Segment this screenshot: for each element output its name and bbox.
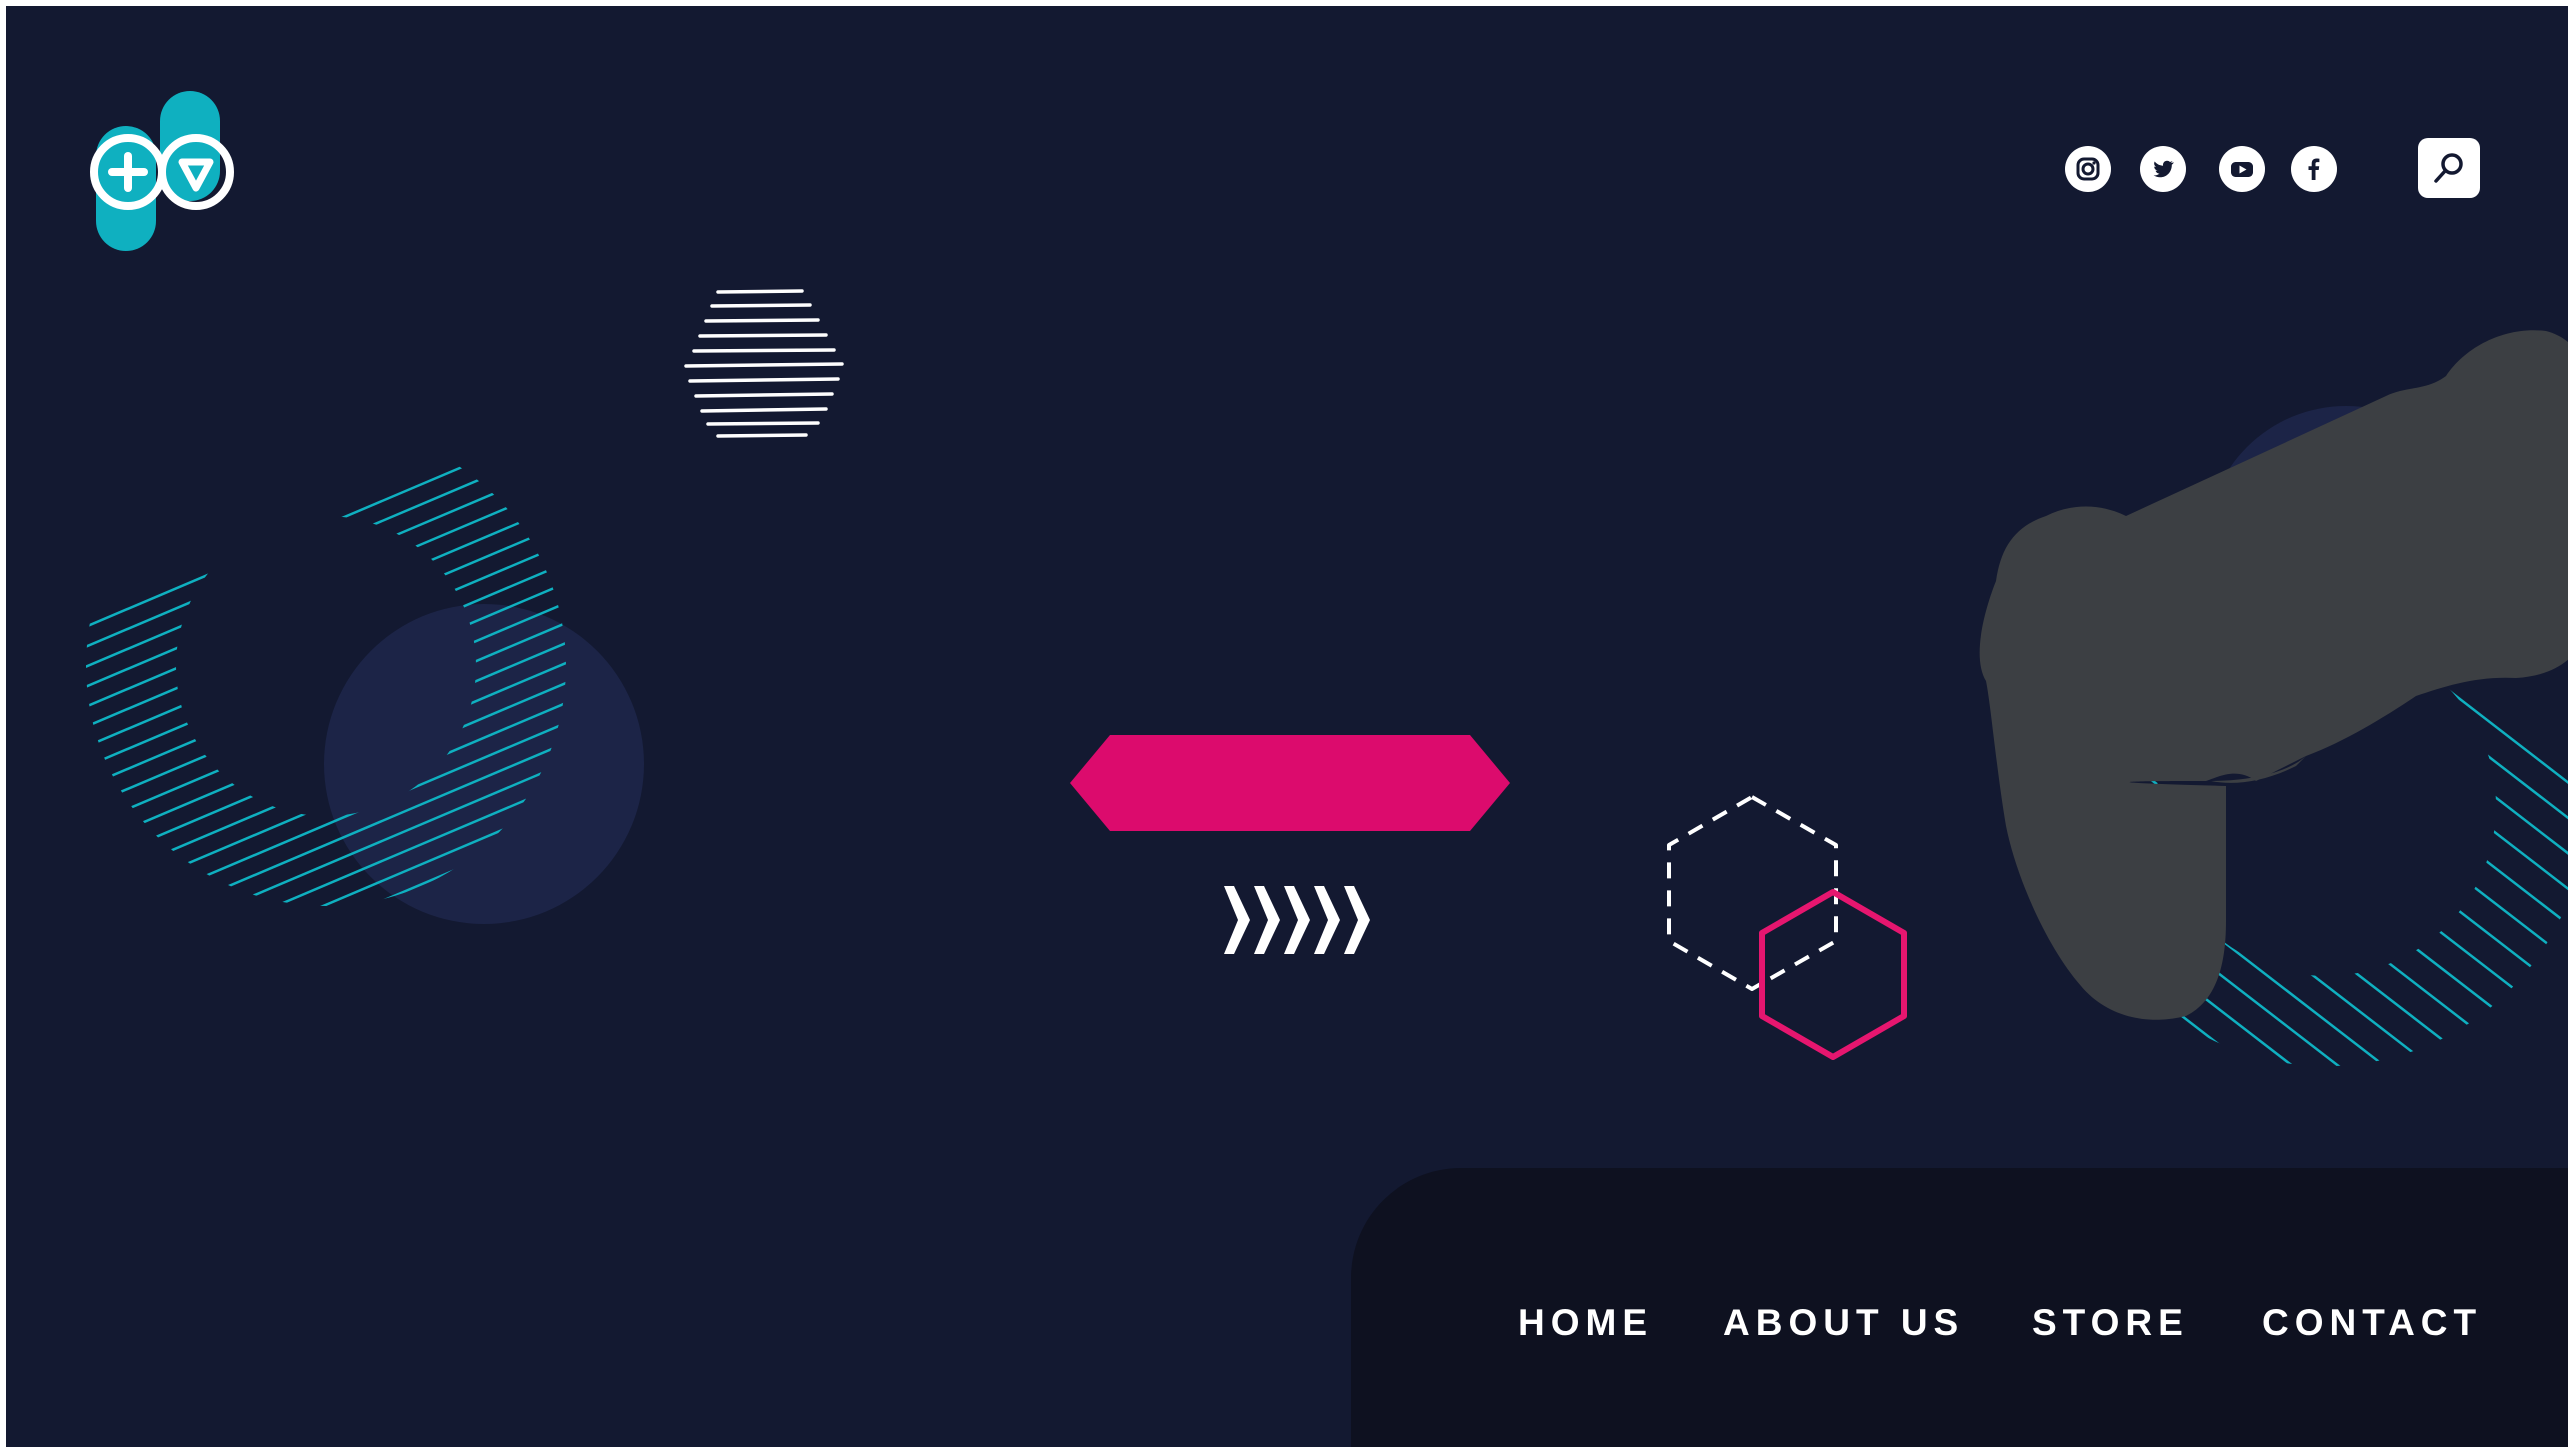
facebook-icon (2308, 158, 2320, 180)
nav-link-home[interactable]: HOME (1518, 1302, 1653, 1344)
brand-logo[interactable] (86, 86, 246, 256)
instagram-icon (2076, 157, 2100, 181)
instagram-link[interactable] (2065, 146, 2111, 192)
twitter-icon (2153, 160, 2174, 178)
decor-circle-left (324, 604, 644, 924)
cta-button[interactable] (1070, 735, 1510, 836)
hero-stage: HOME ABOUT US STORE CONTACT (6, 6, 2568, 1447)
youtube-icon (2231, 162, 2253, 177)
nav-link-about-us[interactable]: ABOUT US (1723, 1302, 1964, 1344)
nav-link-contact[interactable]: CONTACT (2262, 1302, 2482, 1344)
decor-dashed-hexagon (1667, 795, 1838, 991)
youtube-link[interactable] (2219, 146, 2265, 192)
chevrons-right-icon (1224, 886, 1370, 954)
search-icon (2434, 153, 2463, 183)
facebook-link[interactable] (2291, 146, 2337, 192)
search-button[interactable] (2418, 138, 2480, 198)
twitter-link[interactable] (2140, 146, 2186, 192)
nav-link-store[interactable]: STORE (2032, 1302, 2189, 1344)
decor-pink-hexagon (1759, 889, 1907, 1060)
decor-striped-hexagon (684, 289, 844, 438)
